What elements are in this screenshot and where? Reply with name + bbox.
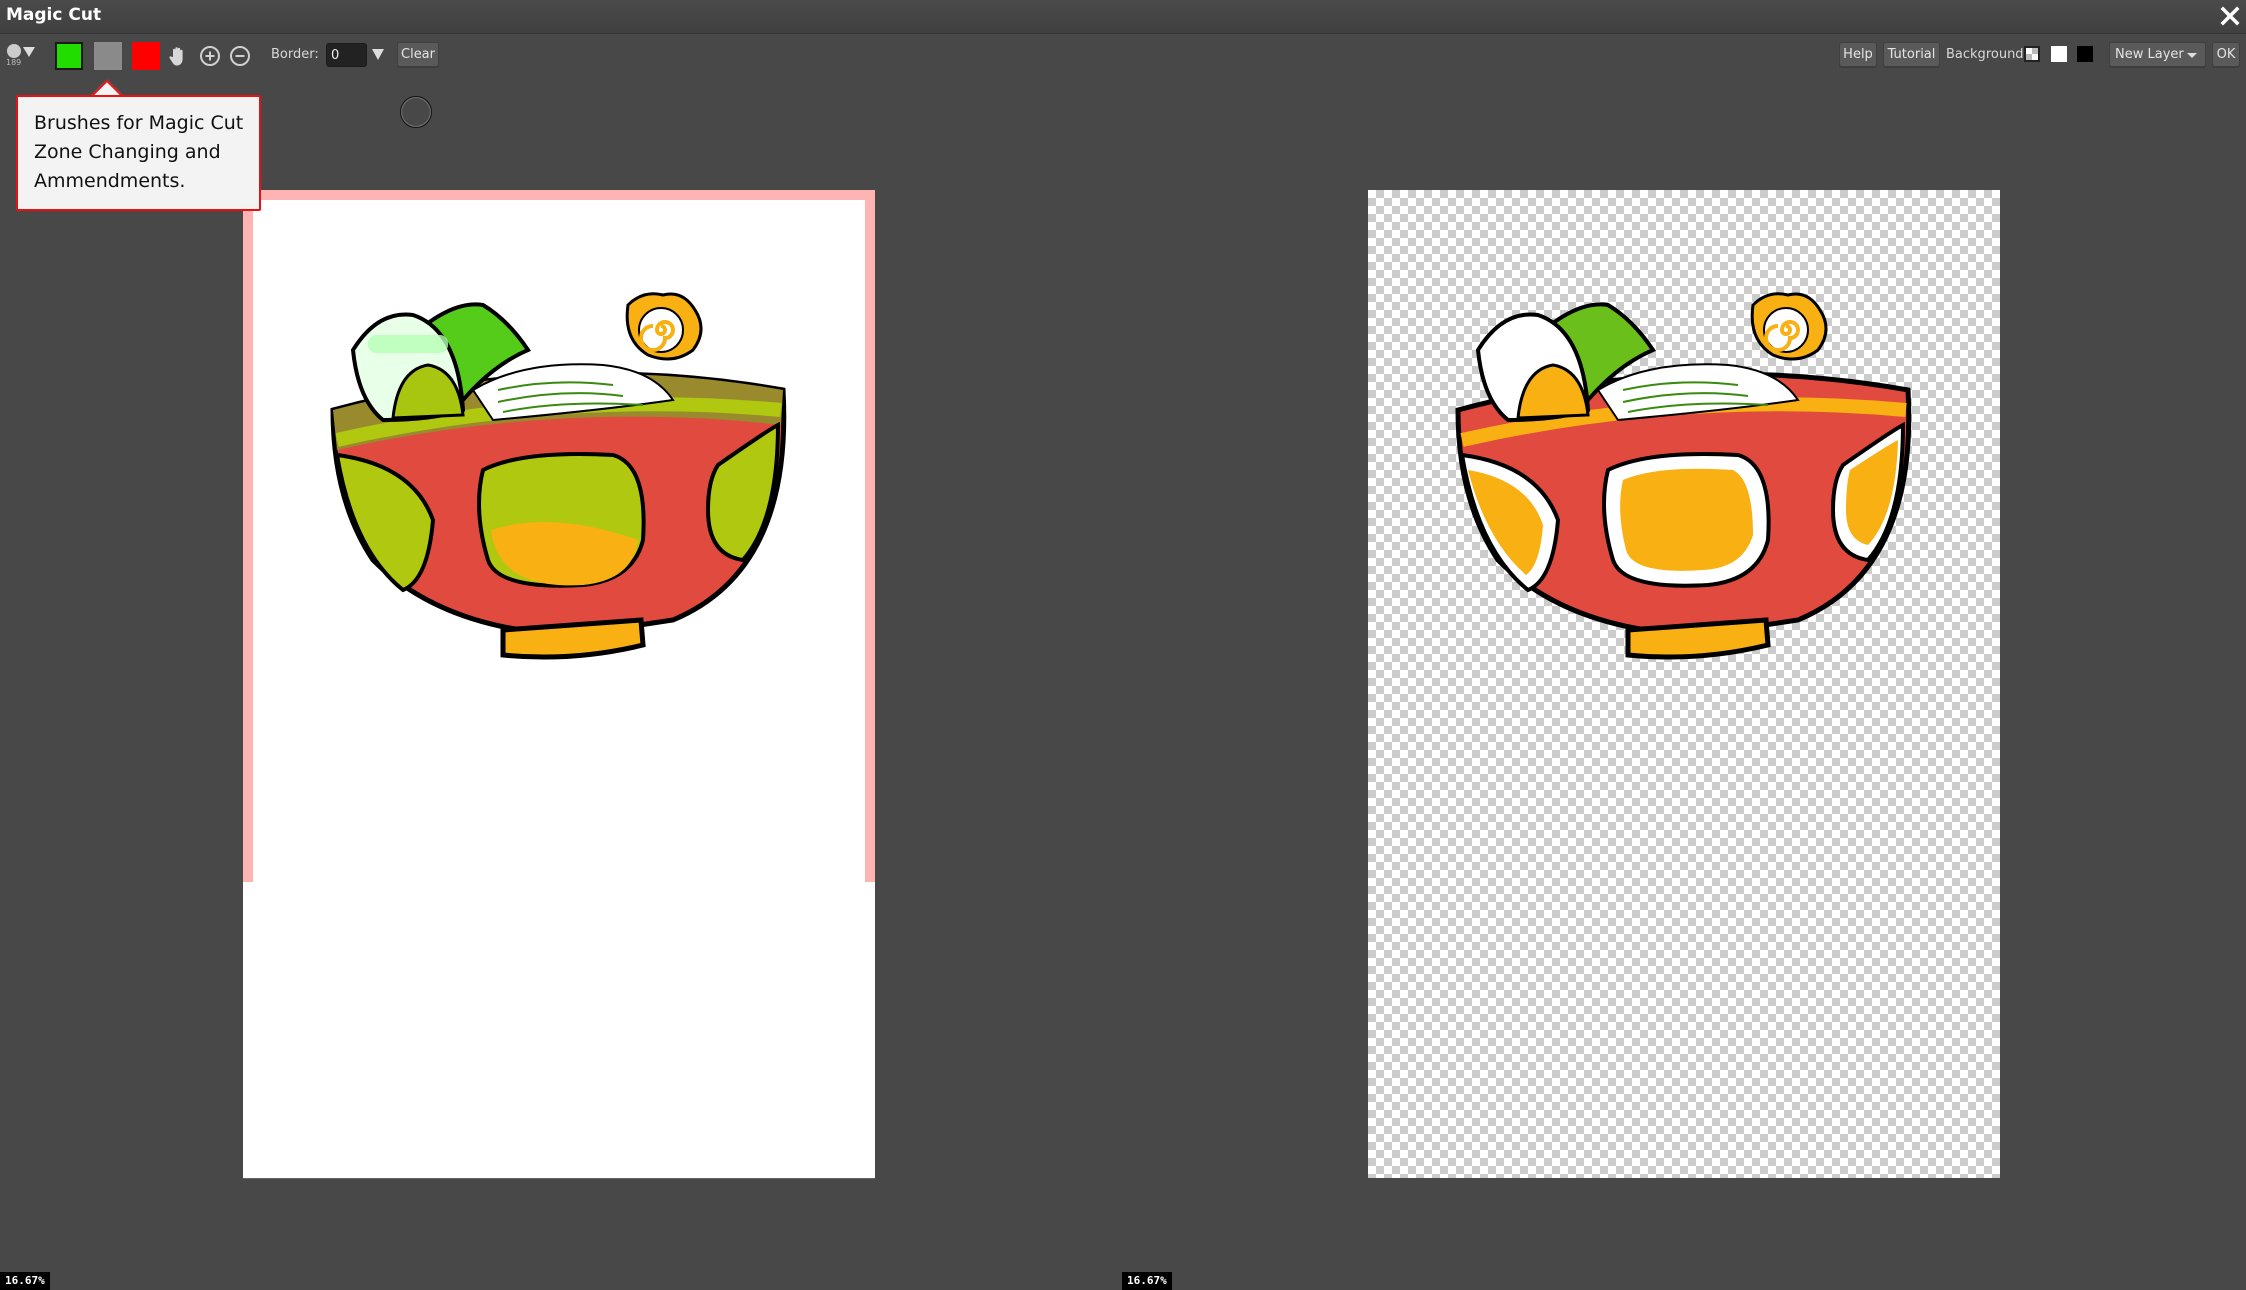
eraser-brush-swatch[interactable]: [94, 42, 122, 70]
chevron-down-icon: [2187, 53, 2197, 58]
clear-button[interactable]: Clear: [397, 42, 439, 67]
layer-select-value: New Layer: [2115, 47, 2184, 62]
close-icon: [2220, 6, 2240, 26]
right-zoom-level: 16.67%: [1122, 1272, 1172, 1290]
ramen-bowl-image-masked: [330, 292, 787, 660]
brushes-tooltip: Brushes for Magic Cut Zone Changing and …: [16, 95, 261, 211]
zoom-out-button[interactable]: [229, 45, 251, 67]
keep-brush-swatch[interactable]: [55, 42, 83, 70]
zoom-in-icon: [200, 46, 220, 66]
zoom-in-button[interactable]: [199, 45, 221, 67]
border-label: Border:: [271, 47, 319, 62]
preview-canvas: [1368, 190, 2000, 1178]
title-bar: Magic Cut: [0, 0, 2246, 34]
background-white-option[interactable]: [2051, 46, 2067, 62]
hand-tool-button[interactable]: [167, 45, 189, 67]
hand-icon: [169, 47, 183, 66]
tooltip-text: Brushes for Magic Cut Zone Changing and …: [34, 112, 244, 192]
tooltip-pointer-mask: [88, 97, 124, 105]
chevron-down-icon: [23, 47, 35, 57]
ok-button[interactable]: OK: [2212, 42, 2240, 67]
remove-brush-swatch[interactable]: [132, 42, 160, 70]
window-title: Magic Cut: [6, 5, 102, 25]
brush-size-value: 189: [6, 58, 22, 67]
brush-cursor-icon: [400, 96, 432, 128]
background-label: Background:: [1946, 47, 2028, 62]
help-button[interactable]: Help: [1839, 42, 1877, 67]
zoom-out-icon: [230, 46, 250, 66]
border-dropdown-arrow-icon[interactable]: [372, 49, 384, 60]
brush-circle-icon: [7, 44, 21, 58]
mask-canvas[interactable]: [243, 190, 875, 1178]
border-input[interactable]: [326, 43, 367, 67]
brush-size-dropdown[interactable]: 189: [6, 44, 38, 70]
close-button[interactable]: [2218, 4, 2242, 28]
layer-select[interactable]: New Layer: [2109, 42, 2206, 67]
tutorial-button[interactable]: Tutorial: [1883, 42, 1940, 67]
ramen-bowl-image-preview: [1455, 292, 1912, 660]
background-black-option[interactable]: [2077, 46, 2093, 62]
left-zoom-level: 16.67%: [0, 1272, 50, 1290]
background-transparent-option[interactable]: [2024, 46, 2040, 62]
